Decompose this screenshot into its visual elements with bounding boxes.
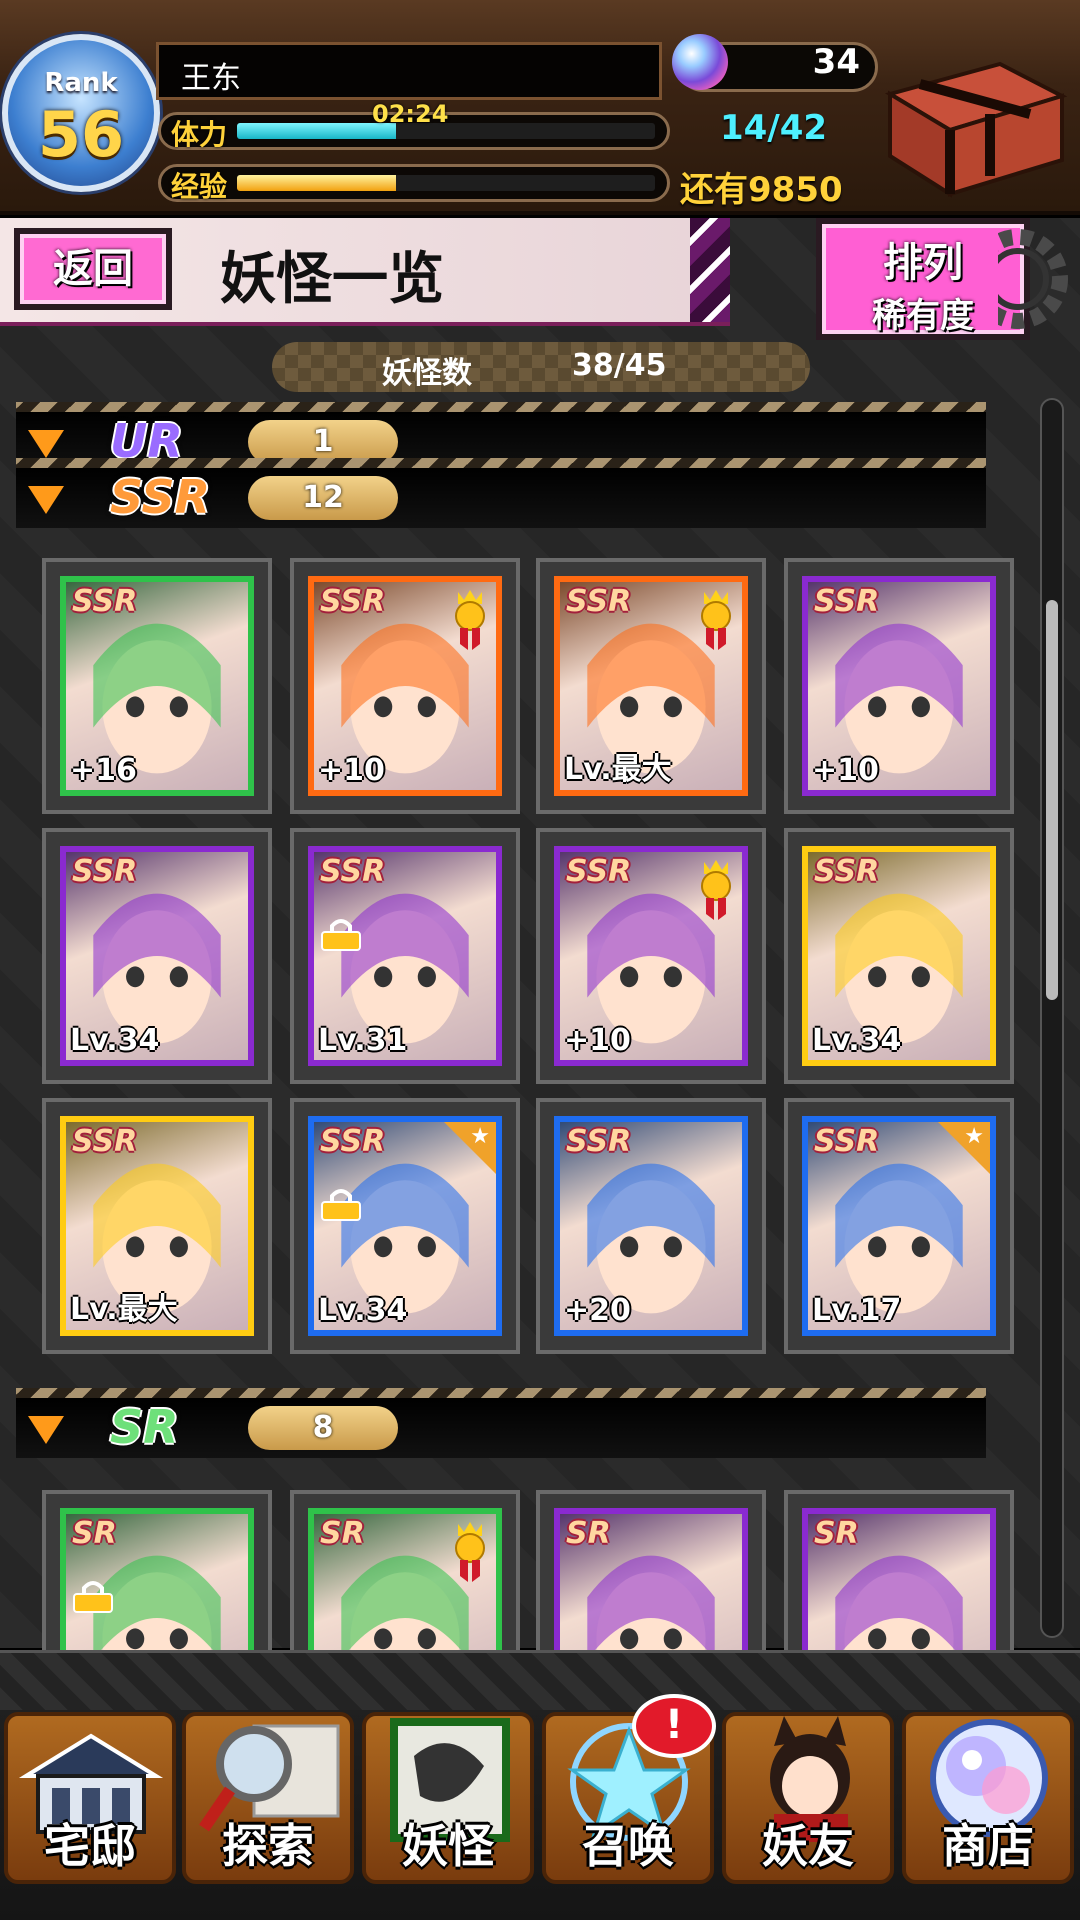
nav-divider [0,1650,1080,1710]
alert-badge-icon: ! [632,1694,716,1758]
rarity-badge: SR [566,1516,611,1551]
rarity-badge: SSR [814,584,880,619]
rank-label: Rank [44,68,118,98]
sort-mode: 稀有度 [872,296,974,336]
rarity-badge: SSR [320,854,386,889]
rarity-badge: SSR [814,854,880,889]
nav-item-1[interactable]: 宅邸 [4,1712,176,1884]
monster-level: +10 [564,1023,631,1058]
monster-count-value: 38/45 [572,348,667,383]
monster-level: +10 [812,753,879,788]
crown-medal-icon [455,1522,485,1582]
nav-label: 宅邸 [44,1819,136,1873]
page-title: 妖怪一览 [220,246,444,312]
nav-item-5[interactable]: 妖友 [722,1712,894,1884]
monster-card[interactable]: SSR +10 [536,828,766,1084]
monster-card[interactable]: SSR Lv.34 [42,828,272,1084]
nav-label: 妖友 [762,1819,854,1873]
monster-card[interactable]: SSR Lv.34 [784,828,1014,1084]
rarity-label: SSR [110,470,211,524]
rarity-badge: SR [72,1516,117,1551]
lock-icon [73,1581,113,1613]
crown-medal-icon [455,590,485,650]
monster-level: +20 [564,1293,631,1328]
rarity-badge: SSR [72,854,138,889]
monster-level: Lv.最大 [564,752,672,787]
exp-fill [237,175,396,191]
monster-count: 妖怪数 38/45 [272,342,810,392]
monster-card[interactable]: SSR +16 [42,558,272,814]
exp-label: 经验 [171,170,228,203]
rarity-badge: SSR [72,584,138,619]
collapse-arrow-icon [28,486,64,514]
monster-level: +16 [70,753,137,788]
rarity-badge: SR [814,1516,859,1551]
rarity-badge: SSR [566,854,632,889]
stamina-label: 体力 [171,118,228,151]
rank-value: 56 [37,98,125,171]
group-ssr-header[interactable]: SSR 12 [16,458,986,528]
back-button[interactable]: 返回 [14,228,172,310]
monster-card[interactable]: SSR +10 [784,558,1014,814]
monster-card[interactable]: SSR Lv.最大 [536,558,766,814]
rank-badge[interactable]: Rank 56 [2,34,160,192]
collapse-arrow-icon [28,1416,64,1444]
crown-medal-icon [701,860,731,920]
rarity-badge: SR [320,1516,365,1551]
monster-card[interactable]: SSR Lv.31 [290,828,520,1084]
collapse-arrow-icon [28,430,64,458]
nav-item-3[interactable]: 妖怪 [362,1712,534,1884]
exp-bar: 经验 [158,164,670,203]
lock-icon [321,919,361,951]
nav-label: 探索 [222,1819,314,1873]
gem-orb-icon [672,34,728,90]
monster-count-label: 妖怪数 [382,356,472,391]
rarity-badge: SSR [320,584,386,619]
nav-label: 妖怪 [402,1819,494,1873]
crown-medal-icon [701,590,731,650]
rarity-badge: SSR [72,1124,138,1159]
rarity-badge: SSR [566,584,632,619]
nav-label: 商店 [942,1819,1034,1873]
nav-item-6[interactable]: 商店 [902,1712,1074,1884]
gear-icon [998,229,1068,329]
lock-icon [321,1189,361,1221]
rarity-badge: SSR [814,1124,880,1159]
monster-level: Lv.17 [812,1293,902,1328]
monster-card[interactable]: ★ SSR Lv.17 [784,1098,1014,1354]
stamina-count: 14/42 [720,108,828,148]
gem-count: 34 [812,42,860,82]
rarity-label: SR [110,1400,179,1454]
star-icon: ★ [470,1124,490,1149]
scrollbar-thumb[interactable] [1046,600,1058,1000]
monster-level: Lv.31 [318,1023,408,1058]
monster-level: Lv.34 [812,1023,902,1058]
group-count: 12 [248,476,398,520]
monster-card[interactable]: SSR +10 [290,558,520,814]
monster-level: Lv.34 [70,1023,160,1058]
monster-card[interactable]: SSR Lv.最大 [42,1098,272,1354]
sort-label: 排列 [883,240,963,286]
rarity-badge: SSR [320,1124,386,1159]
stamina-timer: 02:24 [372,100,449,128]
treasure-chest-icon[interactable] [880,44,1070,202]
group-count: 8 [248,1406,398,1450]
rarity-badge: SSR [566,1124,632,1159]
nav-label: 召唤 [582,1819,674,1873]
monster-level: Lv.最大 [70,1292,178,1327]
exp-remaining: 还有9850 [680,170,843,210]
scrollbar[interactable] [1040,398,1064,1638]
monster-card[interactable]: ★ SSR Lv.34 [290,1098,520,1354]
monster-level: Lv.34 [318,1293,408,1328]
nav-item-2[interactable]: 探索 [182,1712,354,1884]
star-icon: ★ [964,1124,984,1149]
group-sr-header[interactable]: SR 8 [16,1388,986,1458]
player-name: 王东 [156,42,662,100]
monster-card[interactable]: SSR +20 [536,1098,766,1354]
monster-level: +10 [318,753,385,788]
